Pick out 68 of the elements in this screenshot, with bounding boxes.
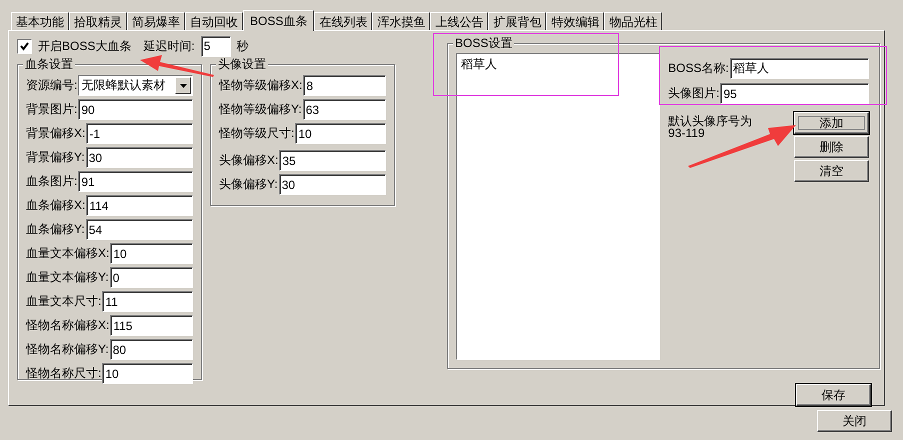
tab[interactable]: BOSS血条	[243, 10, 314, 31]
text-input[interactable]: 35	[279, 150, 386, 171]
text-input[interactable]: 30	[86, 147, 193, 168]
field-label: 怪物等级偏移X:	[219, 77, 302, 94]
field-label: 资源编号:	[26, 77, 78, 94]
tab[interactable]: 在线列表	[314, 12, 372, 30]
field-label: 怪物等级偏移Y:	[219, 101, 302, 118]
close-button[interactable]: 关闭	[817, 410, 892, 432]
check-icon	[20, 42, 29, 50]
text-input[interactable]: 10	[110, 243, 193, 264]
action-button[interactable]: 清空	[794, 160, 869, 182]
field-label: 血条图片:	[26, 173, 78, 190]
unit-label: 秒	[236, 38, 249, 54]
text-input[interactable]: 95	[720, 83, 869, 104]
boss-list[interactable]: 稻草人	[456, 53, 660, 360]
field-label: 怪物名称偏移X:	[26, 317, 110, 334]
text-input[interactable]: 30	[278, 174, 386, 195]
dropdown[interactable]: 无限蜂默认素材	[78, 75, 193, 96]
field-label: 血条偏移Y:	[26, 221, 85, 238]
action-button[interactable]: 删除	[794, 136, 869, 158]
save-button[interactable]: 保存	[796, 384, 871, 406]
text-input[interactable]: 稻草人	[730, 58, 869, 79]
field-label: 头像偏移Y:	[219, 176, 278, 193]
field-label: 怪物等级尺寸:	[219, 125, 294, 142]
text-input[interactable]: 0	[110, 267, 193, 288]
field-label: 背景偏移X:	[26, 125, 86, 142]
field-label: BOSS名称:	[668, 60, 729, 77]
tab[interactable]: 简易爆率	[127, 12, 185, 30]
field-label: 血量文本偏移X:	[26, 245, 110, 262]
text-input[interactable]: 54	[86, 219, 193, 240]
tab[interactable]: 基本功能	[11, 12, 69, 30]
tab[interactable]: 扩展背包	[488, 12, 546, 30]
text-input[interactable]: -1	[86, 123, 193, 144]
text-input[interactable]: 114	[86, 195, 193, 216]
tab[interactable]: 自动回收	[185, 12, 243, 30]
text-input[interactable]: 115	[110, 315, 193, 336]
field-label: 头像图片:	[668, 85, 720, 102]
field-label: 血量文本尺寸:	[26, 293, 102, 310]
text-input[interactable]: 10	[295, 123, 386, 144]
group-title: 头像设置	[216, 58, 268, 70]
field-label: 背景偏移Y:	[26, 149, 85, 166]
tab[interactable]: 浑水摸鱼	[372, 12, 430, 30]
field-label: 怪物名称偏移Y:	[26, 341, 109, 358]
list-item[interactable]: 稻草人	[460, 56, 656, 73]
action-button[interactable]: 添加	[794, 112, 869, 134]
tab[interactable]: 拾取精灵	[69, 12, 127, 30]
group-title: 血条设置	[23, 58, 75, 70]
tab[interactable]: 物品光柱	[604, 12, 662, 30]
text-input[interactable]: 11	[102, 291, 193, 312]
field-label: 怪物名称尺寸:	[26, 365, 102, 382]
text-input[interactable]: 90	[78, 99, 193, 120]
checkbox[interactable]	[17, 38, 32, 54]
group-title: BOSS设置	[453, 37, 514, 49]
text-input[interactable]: 63	[302, 99, 386, 120]
tab[interactable]: 特效编辑	[546, 12, 604, 30]
text-input[interactable]: 8	[303, 75, 386, 96]
field-label: 血条偏移X:	[26, 197, 86, 214]
text-input[interactable]: 80	[110, 339, 193, 360]
field-label: 头像偏移X:	[219, 152, 278, 169]
tab[interactable]: 上线公告	[430, 12, 488, 30]
delay-input[interactable]: 5	[200, 36, 231, 56]
text-input[interactable]: 91	[78, 171, 193, 192]
field-label: 背景图片:	[26, 101, 78, 118]
text-input[interactable]: 10	[102, 363, 193, 384]
hint-text: 默认头像序号为 93-119	[668, 115, 752, 139]
field-label: 血量文本偏移Y:	[26, 269, 109, 286]
checkbox-label: 开启BOSS大血条	[38, 38, 132, 54]
field-label: 延迟时间:	[143, 38, 195, 54]
